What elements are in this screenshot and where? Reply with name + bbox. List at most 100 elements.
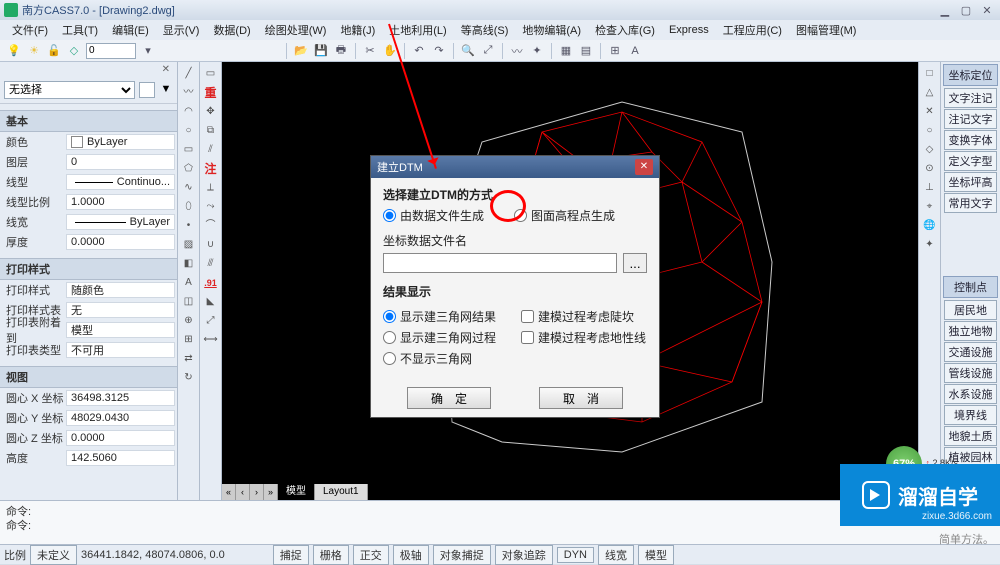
right-btn-water[interactable]: 水系设施	[944, 384, 997, 404]
cancel-button[interactable]: 取 消	[539, 387, 623, 409]
right-btn-annot-text[interactable]: 注记文字	[944, 109, 997, 129]
pick-icon[interactable]	[139, 82, 155, 98]
ellipse-icon[interactable]: ⬯	[181, 199, 197, 215]
status-ortho[interactable]: 正交	[353, 545, 389, 565]
prop-pattach-value[interactable]: 模型	[66, 322, 175, 338]
undo-icon[interactable]: ↶	[411, 43, 427, 59]
tab-model[interactable]: 模型	[278, 484, 315, 500]
menu-tools[interactable]: 工具(T)	[56, 20, 104, 40]
rotate-icon[interactable]: ↻	[181, 370, 197, 386]
tab-layout1[interactable]: Layout1	[315, 484, 368, 500]
right-btn-pipeline[interactable]: 管线设施	[944, 363, 997, 383]
prop-linetype-value[interactable]: Continuo...	[66, 174, 175, 190]
close-icon[interactable]: ✕	[978, 4, 996, 17]
sun-icon[interactable]: ☀	[26, 43, 42, 59]
spline-icon[interactable]: ∿	[181, 180, 197, 196]
prop-lweight-value[interactable]: ByLayer	[66, 214, 175, 230]
right-btn-terrain[interactable]: 地貌土质	[944, 426, 997, 446]
status-lwt[interactable]: 线宽	[598, 545, 634, 565]
menu-data[interactable]: 数据(D)	[207, 20, 256, 40]
label-elev-icon[interactable]: .91	[203, 275, 219, 291]
prop-ltscale-value[interactable]: 1.0000	[66, 194, 175, 210]
status-osnap[interactable]: 对象捕捉	[433, 545, 491, 565]
group-basic[interactable]: 基本	[0, 110, 177, 132]
status-polar[interactable]: 极轴	[393, 545, 429, 565]
hatch-icon[interactable]: ▨	[181, 237, 197, 253]
selection-dropdown[interactable]: 无选择	[4, 81, 135, 99]
zoom-extents-icon[interactable]: ⤢	[480, 43, 496, 59]
status-grid[interactable]: 栅格	[313, 545, 349, 565]
dropdown-icon[interactable]: ▾	[140, 43, 156, 59]
right-box-coord[interactable]: 坐标定位	[943, 64, 998, 86]
layer-icon[interactable]: ◇	[66, 43, 82, 59]
mirror-icon[interactable]: ⇄	[181, 351, 197, 367]
right-btn-boundary[interactable]: 境界线	[944, 405, 997, 425]
menu-project[interactable]: 工程应用(C)	[717, 20, 788, 40]
group-view[interactable]: 视图	[0, 366, 177, 388]
minimize-icon[interactable]: ▁	[936, 4, 954, 17]
label-annot-icon[interactable]: 注	[203, 161, 219, 177]
menu-view[interactable]: 显示(V)	[157, 20, 206, 40]
snap-mid-icon[interactable]: △	[922, 85, 938, 101]
zoom-icon[interactable]: 🔍	[460, 43, 476, 59]
circle-icon[interactable]: ○	[181, 123, 197, 139]
open-icon[interactable]: 📂	[293, 43, 309, 59]
prop-pstyle-value[interactable]: 随颜色	[66, 282, 175, 298]
cut-icon[interactable]: ✂	[362, 43, 378, 59]
panel-close-icon[interactable]: ✕	[159, 64, 173, 75]
status-dyn[interactable]: DYN	[557, 547, 594, 563]
right-btn-text-annot[interactable]: 文字注记	[944, 88, 997, 108]
snap-cen-icon[interactable]: ○	[922, 123, 938, 139]
label-redo-icon[interactable]: 重	[203, 85, 219, 101]
arc-icon[interactable]: ◠	[181, 104, 197, 120]
trim-icon[interactable]: ⟂	[203, 180, 219, 196]
menu-check[interactable]: 检查入库(G)	[589, 20, 661, 40]
break-icon[interactable]: ⫻	[203, 256, 219, 272]
file-path-input[interactable]	[383, 253, 617, 273]
pline-icon[interactable]: 〰	[181, 85, 197, 101]
insert-icon[interactable]: ⊕	[181, 313, 197, 329]
group-print[interactable]: 打印样式	[0, 258, 177, 280]
radio-from-file[interactable]: 由数据文件生成	[383, 207, 484, 224]
poly-icon[interactable]: ⬠	[181, 161, 197, 177]
tab-last-icon[interactable]: »	[264, 484, 278, 500]
menu-sheet[interactable]: 图幅管理(M)	[790, 20, 863, 40]
prop-layer-value[interactable]: 0	[66, 154, 175, 170]
browse-button[interactable]: ...	[623, 253, 647, 273]
menu-feature-edit[interactable]: 地物编辑(A)	[516, 20, 587, 40]
array-icon[interactable]: ⊞	[181, 332, 197, 348]
region-icon[interactable]: ◧	[181, 256, 197, 272]
offset-icon[interactable]: ⫽	[203, 142, 219, 158]
print-icon[interactable]: 🖶	[333, 43, 349, 59]
dialog-close-icon[interactable]: ✕	[635, 159, 653, 175]
menu-express[interactable]: Express	[663, 22, 715, 38]
snap-tan-icon[interactable]: ⊙	[922, 161, 938, 177]
move-icon[interactable]: ✥	[203, 104, 219, 120]
menu-draw[interactable]: 绘图处理(W)	[259, 20, 333, 40]
snap-int-icon[interactable]: ✕	[922, 104, 938, 120]
snap-end-icon[interactable]: □	[922, 66, 938, 82]
prop-cx-value[interactable]: 36498.3125	[66, 390, 175, 406]
text-icon[interactable]: A	[627, 43, 643, 59]
table-icon[interactable]: ▤	[578, 43, 594, 59]
compass-icon[interactable]: ✦	[922, 237, 938, 253]
snap-perp-icon[interactable]: ⊥	[922, 180, 938, 196]
check-consider-terrain-line[interactable]: 建模过程考虑地性线	[521, 329, 646, 346]
right-btn-define-style[interactable]: 定义字型	[944, 151, 997, 171]
menu-file[interactable]: 文件(F)	[6, 20, 54, 40]
prop-thickness-value[interactable]: 0.0000	[66, 234, 175, 250]
maximize-icon[interactable]: ▢	[957, 4, 975, 17]
right-box-control[interactable]: 控制点	[943, 276, 998, 298]
dialog-titlebar[interactable]: 建立DTM ✕	[371, 156, 659, 178]
rect-icon[interactable]: ▭	[181, 142, 197, 158]
explode-icon[interactable]: ✦	[529, 43, 545, 59]
right-btn-common-text[interactable]: 常用文字	[944, 193, 997, 213]
snap-near-icon[interactable]: ⌖	[922, 199, 938, 215]
globe-icon[interactable]: 🌐	[922, 218, 938, 234]
prop-color-value[interactable]: ByLayer	[66, 134, 175, 150]
right-btn-change-font[interactable]: 变换字体	[944, 130, 997, 150]
join-icon[interactable]: ∪	[203, 237, 219, 253]
right-btn-coord-elev[interactable]: 坐标坪高	[944, 172, 997, 192]
tab-first-icon[interactable]: «	[222, 484, 236, 500]
dim-icon[interactable]: ⊞	[607, 43, 623, 59]
